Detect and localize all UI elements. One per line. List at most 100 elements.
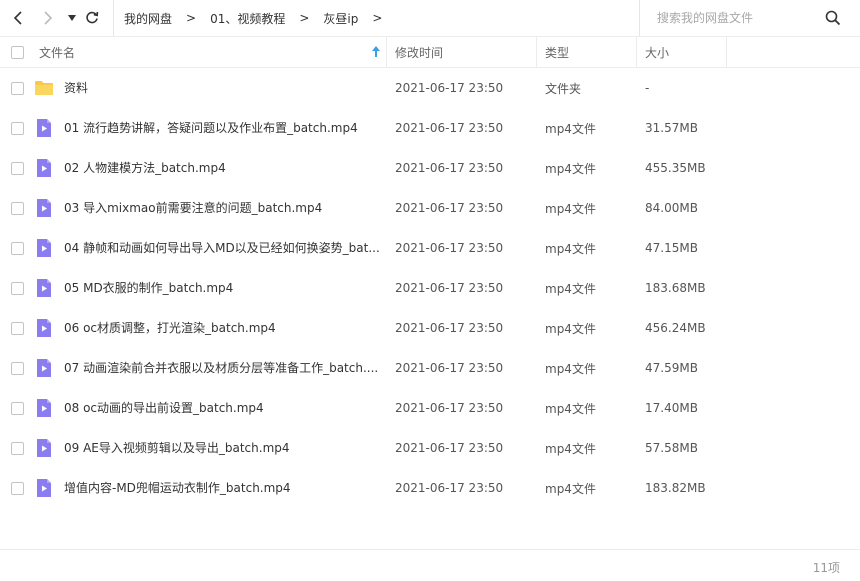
file-size: 47.59MB (645, 361, 698, 375)
column-header-type[interactable]: 类型 (545, 37, 569, 67)
file-size: 17.40MB (645, 401, 698, 415)
table-row[interactable]: 07 动画渲染前合并衣服以及材质分层等准备工作_batch.... 2021-0… (0, 348, 860, 388)
file-name: 08 oc动画的导出前设置_batch.mp4 (64, 401, 264, 415)
row-checkbox[interactable] (11, 362, 24, 375)
file-size: - (645, 81, 650, 95)
file-name: 04 静帧和动画如何导出导入MD以及已经如何换姿势_bat... (64, 241, 380, 255)
column-header-name[interactable]: 文件名 (39, 37, 75, 67)
breadcrumb-item-video-tutorials[interactable]: 01、视频教程 (210, 10, 285, 27)
file-name: 09 AE导入视频剪辑以及导出_batch.mp4 (64, 441, 290, 455)
select-all-checkbox[interactable] (11, 46, 24, 59)
file-size: 455.35MB (645, 161, 706, 175)
history-dropdown-button[interactable] (62, 8, 82, 28)
video-file-icon (37, 359, 51, 377)
file-list-header: 文件名 修改时间 类型 大小 (0, 36, 860, 68)
file-size: 183.68MB (645, 281, 706, 295)
file-size: 84.00MB (645, 201, 698, 215)
file-list: 资料 2021-06-17 23:50 文件夹 - 01 流行趋势讲解，答疑问题… (0, 68, 860, 508)
search-icon[interactable] (825, 10, 841, 26)
file-name: 05 MD衣服的制作_batch.mp4 (64, 281, 234, 295)
breadcrumb-separator: > (186, 11, 197, 25)
file-type: mp4文件 (545, 241, 596, 256)
file-size: 47.15MB (645, 241, 698, 255)
row-checkbox[interactable] (11, 402, 24, 415)
top-nav-bar: 我的网盘 > 01、视频教程 > 灰昼ip > (0, 0, 860, 36)
file-size: 31.57MB (645, 121, 698, 135)
row-checkbox[interactable] (11, 82, 24, 95)
file-modified-time: 2021-06-17 23:50 (395, 201, 504, 215)
table-row[interactable]: 01 流行趋势讲解，答疑问题以及作业布置_batch.mp4 2021-06-1… (0, 108, 860, 148)
file-modified-time: 2021-06-17 23:50 (395, 241, 504, 255)
row-checkbox[interactable] (11, 322, 24, 335)
search-input[interactable] (657, 11, 827, 25)
item-count: 11项 (812, 561, 840, 575)
file-type: mp4文件 (545, 281, 596, 296)
folder-icon (35, 81, 53, 95)
row-checkbox[interactable] (11, 442, 24, 455)
table-row[interactable]: 02 人物建模方法_batch.mp4 2021-06-17 23:50 mp4… (0, 148, 860, 188)
file-modified-time: 2021-06-17 23:50 (395, 281, 504, 295)
file-modified-time: 2021-06-17 23:50 (395, 161, 504, 175)
breadcrumb-separator: > (299, 11, 310, 25)
table-row[interactable]: 资料 2021-06-17 23:50 文件夹 - (0, 68, 860, 108)
table-row[interactable]: 09 AE导入视频剪辑以及导出_batch.mp4 2021-06-17 23:… (0, 428, 860, 468)
refresh-button[interactable] (82, 8, 102, 28)
refresh-icon (86, 11, 99, 24)
breadcrumb-item-my-drive[interactable]: 我的网盘 (124, 10, 172, 27)
table-row[interactable]: 08 oc动画的导出前设置_batch.mp4 2021-06-17 23:50… (0, 388, 860, 428)
file-type: mp4文件 (545, 361, 596, 376)
row-checkbox[interactable] (11, 122, 24, 135)
sort-ascending-icon[interactable] (372, 46, 380, 57)
file-modified-time: 2021-06-17 23:50 (395, 361, 504, 375)
table-row[interactable]: 05 MD衣服的制作_batch.mp4 2021-06-17 23:50 mp… (0, 268, 860, 308)
breadcrumb-dropdown-arrow[interactable]: > (372, 11, 382, 25)
video-file-icon (37, 439, 51, 457)
row-checkbox[interactable] (11, 242, 24, 255)
video-file-icon (37, 239, 51, 257)
file-type: mp4文件 (545, 201, 596, 216)
column-divider (726, 37, 727, 67)
breadcrumb-item-current-folder[interactable]: 灰昼ip (323, 10, 358, 27)
status-bar: 11项 (0, 549, 860, 581)
file-type: mp4文件 (545, 441, 596, 456)
file-name: 02 人物建模方法_batch.mp4 (64, 161, 226, 175)
chevron-right-icon (44, 11, 53, 25)
row-checkbox[interactable] (11, 162, 24, 175)
file-modified-time: 2021-06-17 23:50 (395, 401, 504, 415)
row-checkbox[interactable] (11, 482, 24, 495)
file-size: 456.24MB (645, 321, 706, 335)
search-box (639, 0, 860, 36)
video-file-icon (37, 199, 51, 217)
video-file-icon (37, 119, 51, 137)
video-file-icon (37, 319, 51, 337)
breadcrumb: 我的网盘 > 01、视频教程 > 灰昼ip > (113, 0, 396, 36)
column-divider (536, 37, 537, 67)
column-header-time[interactable]: 修改时间 (395, 37, 443, 67)
file-name: 03 导入mixmao前需要注意的问题_batch.mp4 (64, 201, 323, 215)
video-file-icon (37, 399, 51, 417)
table-row[interactable]: 增值内容-MD兜帽运动衣制作_batch.mp4 2021-06-17 23:5… (0, 468, 860, 508)
video-file-icon (37, 279, 51, 297)
back-button[interactable] (8, 8, 28, 28)
file-name: 资料 (64, 81, 89, 95)
video-file-icon (37, 159, 51, 177)
file-type: 文件夹 (545, 81, 582, 96)
file-type: mp4文件 (545, 321, 596, 336)
file-name: 07 动画渲染前合并衣服以及材质分层等准备工作_batch.... (64, 361, 379, 375)
file-type: mp4文件 (545, 121, 596, 136)
file-type: mp4文件 (545, 481, 596, 496)
file-modified-time: 2021-06-17 23:50 (395, 81, 504, 95)
row-checkbox[interactable] (11, 202, 24, 215)
file-name: 01 流行趋势讲解，答疑问题以及作业布置_batch.mp4 (64, 121, 358, 135)
file-name: 06 oc材质调整，打光渲染_batch.mp4 (64, 321, 276, 335)
table-row[interactable]: 03 导入mixmao前需要注意的问题_batch.mp4 2021-06-17… (0, 188, 860, 228)
file-modified-time: 2021-06-17 23:50 (395, 121, 504, 135)
row-checkbox[interactable] (11, 282, 24, 295)
file-type: mp4文件 (545, 401, 596, 416)
column-header-size[interactable]: 大小 (645, 37, 669, 67)
video-file-icon (37, 479, 51, 497)
forward-button[interactable] (38, 8, 58, 28)
column-divider (636, 37, 637, 67)
table-row[interactable]: 06 oc材质调整，打光渲染_batch.mp4 2021-06-17 23:5… (0, 308, 860, 348)
table-row[interactable]: 04 静帧和动画如何导出导入MD以及已经如何换姿势_bat... 2021-06… (0, 228, 860, 268)
